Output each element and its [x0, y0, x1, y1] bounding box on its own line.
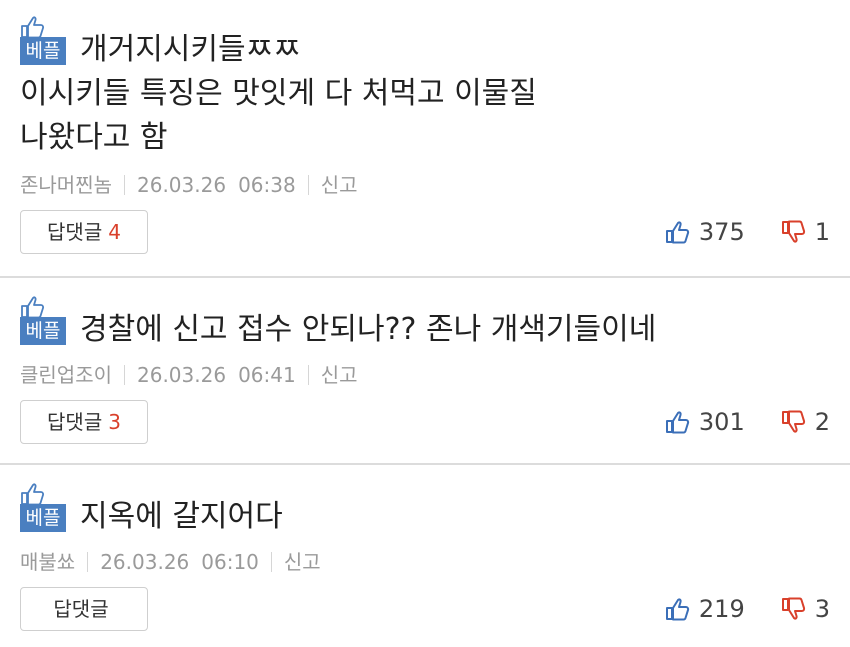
reply-button[interactable]: 답댓글	[20, 587, 148, 631]
divider	[124, 175, 125, 195]
report-link[interactable]: 신고	[321, 172, 358, 198]
report-link[interactable]: 신고	[321, 362, 358, 388]
author-name[interactable]: 클린업조이	[20, 362, 112, 388]
thumbs-up-icon	[665, 221, 690, 244]
thumbs-up-badge-icon	[21, 296, 45, 318]
comment-text-line: 베플 지옥에 갈지어다	[20, 483, 830, 539]
author-name[interactable]: 매불쑈	[20, 549, 75, 575]
divider	[307, 365, 309, 385]
best-badge: 베플	[20, 296, 66, 345]
dislike-button[interactable]: 3	[781, 595, 830, 623]
comment-text-line: 나왔다고 함	[20, 120, 168, 155]
comment-time: 06:38	[238, 173, 296, 197]
reply-button-label: 답댓글	[47, 409, 103, 434]
comment-date: 26.03.26	[100, 550, 190, 574]
comment-text-line: 이시키들 특징은 맛잇게 다 처먹고 이물질	[20, 76, 537, 111]
comment-date: 26.03.26	[137, 173, 227, 197]
dislike-count: 1	[814, 218, 830, 246]
best-badge: 베플	[20, 483, 66, 532]
like-count: 219	[698, 595, 745, 623]
thumbs-down-icon	[781, 220, 805, 243]
comment-date: 26.03.26	[137, 363, 227, 387]
thumbs-up-icon	[665, 598, 690, 621]
divider	[270, 552, 272, 572]
author-name[interactable]: 존나머찐놈	[20, 172, 112, 198]
comment-item: 베플 개거지시키들ㅉㅉ 이시키들 특징은 맛잇게 다 처먹고 이물질 나왔다고 …	[0, 0, 850, 278]
reply-button-label: 답댓글	[53, 596, 109, 621]
comment-actions: 답댓글 3 301 2	[20, 400, 830, 444]
reply-button[interactable]: 답댓글 4	[20, 210, 148, 254]
comment-actions: 답댓글 219 3	[20, 587, 830, 631]
dislike-button[interactable]: 2	[781, 408, 830, 436]
like-button[interactable]: 219	[665, 595, 745, 623]
comment-text-line: 베플 개거지시키들ㅉㅉ	[20, 16, 830, 72]
best-badge: 베플	[20, 16, 66, 65]
like-button[interactable]: 301	[665, 408, 745, 436]
comment-meta: 매불쑈 26.03.26 06:10 신고	[20, 549, 830, 575]
like-button[interactable]: 375	[665, 218, 745, 246]
best-badge-label: 베플	[20, 36, 66, 65]
best-badge-label: 베플	[20, 503, 66, 532]
comment-meta: 클린업조이 26.03.26 06:41 신고	[20, 362, 830, 388]
thumbs-down-icon	[781, 597, 805, 620]
like-count: 375	[698, 218, 745, 246]
reply-button-label: 답댓글	[47, 219, 103, 244]
divider	[307, 175, 309, 195]
comment-actions: 답댓글 4 375 1	[20, 210, 830, 254]
comment-time: 06:10	[201, 550, 259, 574]
like-count: 301	[698, 408, 745, 436]
comment-time: 06:41	[238, 363, 296, 387]
thumbs-up-badge-icon	[21, 16, 45, 38]
dislike-count: 3	[814, 595, 830, 623]
dislike-button[interactable]: 1	[781, 218, 830, 246]
reply-count: 3	[108, 409, 121, 434]
dislike-count: 2	[814, 408, 830, 436]
divider	[124, 365, 125, 385]
thumbs-up-badge-icon	[21, 483, 45, 505]
divider	[87, 552, 89, 572]
report-link[interactable]: 신고	[284, 549, 321, 575]
vote-group: 219 3	[665, 595, 830, 623]
comment-meta: 존나머찐놈 26.03.26 06:38 신고	[20, 172, 830, 198]
thumbs-up-icon	[665, 411, 690, 434]
reply-button[interactable]: 답댓글 3	[20, 400, 148, 444]
vote-group: 301 2	[665, 408, 830, 436]
thumbs-down-icon	[781, 410, 805, 433]
reply-count: 4	[108, 219, 121, 244]
comment-item: 베플 지옥에 갈지어다 매불쑈 26.03.26 06:10 신고 답댓글 21…	[0, 465, 850, 647]
comment-item: 베플 경찰에 신고 접수 안되나?? 존나 개색기들이네 클린업조이 26.03…	[0, 278, 850, 465]
best-badge-label: 베플	[20, 316, 66, 345]
comment-text-line: 베플 경찰에 신고 접수 안되나?? 존나 개색기들이네	[20, 296, 830, 352]
vote-group: 375 1	[665, 218, 830, 246]
